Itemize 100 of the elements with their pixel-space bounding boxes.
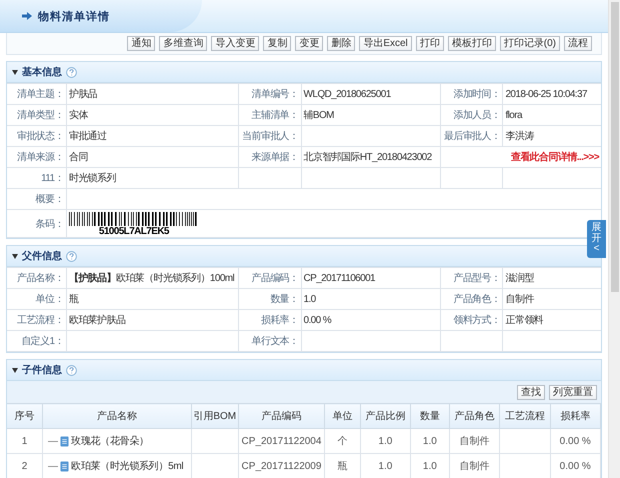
collapse-icon[interactable] <box>12 254 18 258</box>
tree-line <box>48 440 58 442</box>
field-label: 单位： <box>36 294 64 305</box>
help-icon[interactable] <box>66 66 77 78</box>
column-header[interactable]: 产品角色 <box>449 404 500 428</box>
field-label: 产品名称： <box>16 273 64 284</box>
field-label: 清单编号： <box>252 89 299 100</box>
table-button[interactable]: 查找 <box>517 384 545 400</box>
toolbar-button[interactable]: 打印记录(0) <box>500 36 560 51</box>
help-icon[interactable] <box>66 364 77 376</box>
table-cell: 1.0 <box>422 436 437 446</box>
table-cell: CP_20171122009 <box>242 460 322 472</box>
document-icon <box>60 460 70 472</box>
field-value: CP_20171106001 <box>304 272 376 284</box>
table-button[interactable]: 列宽重置 <box>549 384 597 400</box>
field-value: 瓶 <box>68 294 78 305</box>
table-cell: 0.00 % <box>560 436 591 446</box>
column-header[interactable]: 产品编码 <box>238 404 325 428</box>
field-value: 【护肤品】欧珀莱（时光锁系列）100ml <box>68 273 234 284</box>
toolbar-button[interactable]: 导出Excel <box>359 36 412 51</box>
field-value: 实体 <box>68 110 88 121</box>
table-cell: 1 <box>22 436 28 446</box>
document-icon <box>60 436 70 446</box>
field-value: 自制件 <box>505 294 534 305</box>
toolbar-button[interactable]: 变更 <box>295 36 324 51</box>
table-cell: 0.00 % <box>560 460 591 472</box>
field-value: 审批通过 <box>68 131 106 142</box>
scrollbar[interactable] <box>608 0 620 478</box>
collapse-icon[interactable] <box>12 368 18 372</box>
toolbar-button[interactable]: 打印 <box>416 36 444 51</box>
table-cell: CP_20171122004 <box>242 436 322 446</box>
field-label: 自定义1： <box>21 336 64 347</box>
field-label: 概要： <box>36 194 64 205</box>
barcode: 51005L7AL7EK5 <box>68 210 199 236</box>
field-label: 产品角色： <box>453 294 500 305</box>
toolbar-button[interactable]: 模板打印 <box>448 36 496 51</box>
field-label: 添加时间： <box>453 89 500 100</box>
table-cell: 1.0 <box>378 436 392 446</box>
section-title: 子件信息 <box>22 364 62 377</box>
field-label: 111： <box>41 173 64 184</box>
field-label: 产品型号： <box>453 273 500 284</box>
help-icon[interactable] <box>66 250 77 262</box>
field-label: 清单主题： <box>16 89 64 100</box>
field-label: 数量： <box>270 294 299 305</box>
section-title: 父件信息 <box>22 250 62 263</box>
arrow-icon <box>22 11 32 21</box>
field-label: 添加人员： <box>453 110 500 121</box>
collapse-icon[interactable] <box>12 70 18 74</box>
column-header[interactable]: 产品比例 <box>360 404 411 428</box>
product-name: 玫瑰花（花骨朵） <box>71 434 149 448</box>
field-value: 1.0 <box>304 294 316 304</box>
field-value: 正常领料 <box>505 315 544 326</box>
toolbar-button[interactable]: 流程 <box>564 36 592 51</box>
field-value: 滋润型 <box>505 273 534 284</box>
field-label: 领料方式： <box>453 315 500 326</box>
field-label: 清单类型： <box>16 110 64 121</box>
column-header[interactable]: 产品名称 <box>42 404 191 428</box>
toolbar-button[interactable]: 多维查询 <box>159 36 208 51</box>
toolbar-button[interactable]: 删除 <box>327 36 356 51</box>
field-value: 0.00 % <box>304 314 332 326</box>
toolbar-button[interactable]: 复制 <box>263 36 292 51</box>
field-label: 当前审批人： <box>242 131 299 142</box>
column-header[interactable]: 损耗率 <box>550 404 600 428</box>
field-label: 条码： <box>36 218 64 230</box>
field-value: 欧珀莱护肤品 <box>68 315 126 326</box>
field-value: 北京智邦国际HT_20180423002 <box>304 152 432 163</box>
field-label: 损耗率： <box>260 315 299 326</box>
table-cell: 1.0 <box>422 460 437 472</box>
toolbar-button[interactable]: 导入变更 <box>211 36 260 51</box>
product-name: 欧珀莱（时光锁系列）5ml <box>71 460 184 473</box>
field-value: 李洪涛 <box>505 131 534 142</box>
section-header[interactable]: 子件信息 <box>7 360 601 381</box>
table-cell: 自制件 <box>459 461 490 472</box>
column-header[interactable]: 引用BOM <box>191 404 238 428</box>
field-label: 单行文本： <box>252 336 299 347</box>
field-label: 产品编码： <box>252 273 299 284</box>
field-value: 合同 <box>68 152 88 163</box>
table-cell: 自制件 <box>459 436 490 447</box>
column-header[interactable]: 序号 <box>7 404 43 428</box>
field-value: flora <box>505 110 522 120</box>
field-label: 最后审批人： <box>444 131 500 142</box>
field-label: 清单来源： <box>16 152 64 163</box>
expand-button[interactable]: 展开 < <box>587 220 606 258</box>
page-title: 物料清单详情 <box>38 10 110 24</box>
column-header[interactable]: 工艺流程 <box>500 404 550 428</box>
section-title: 基本信息 <box>22 66 62 79</box>
field-value: 时光锁系列 <box>68 173 116 184</box>
field-value: 辅BOM <box>304 110 334 121</box>
field-label: 工艺流程： <box>16 315 64 326</box>
field-label: 来源单据： <box>252 152 299 163</box>
field-label: 主辅清单： <box>252 110 299 121</box>
table-cell: 1.0 <box>378 460 392 472</box>
section-header[interactable]: 基本信息 <box>7 62 601 83</box>
field-value: WLQD_20180625001 <box>304 88 391 100</box>
column-header[interactable]: 单位 <box>324 404 360 428</box>
field-value: 护肤品 <box>68 89 98 100</box>
table-cell: 2 <box>22 460 28 472</box>
column-header[interactable]: 数量 <box>410 404 450 428</box>
field-label: 审批状态： <box>16 131 64 142</box>
toolbar-button[interactable]: 通知 <box>127 36 156 51</box>
